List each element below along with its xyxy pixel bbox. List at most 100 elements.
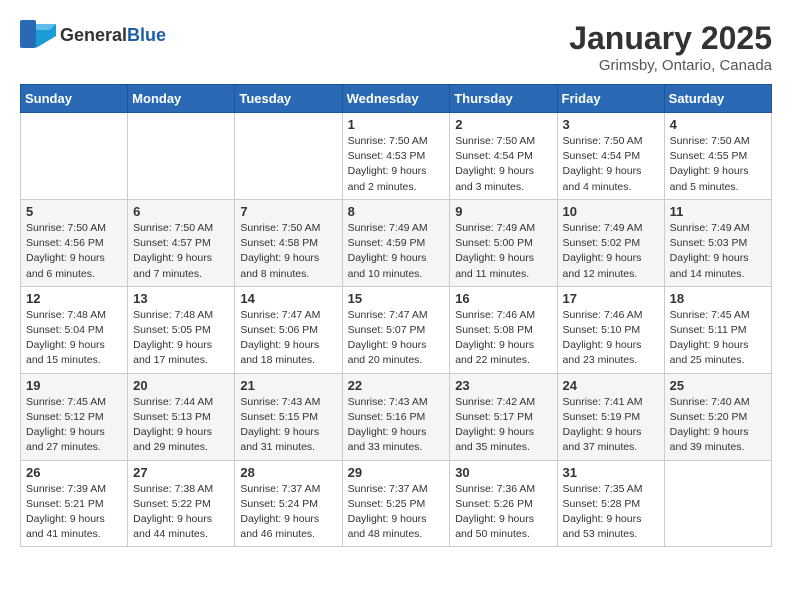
day-info: Sunrise: 7:47 AM Sunset: 5:07 PM Dayligh…: [348, 308, 445, 369]
day-number: 17: [563, 291, 659, 306]
day-cell: 12 Sunrise: 7:48 AM Sunset: 5:04 PM Dayli…: [21, 286, 128, 373]
day-cell: 6Sunrise: 7:50 AM Sunset: 4:57 PM Daylig…: [128, 199, 235, 286]
day-info: Sunrise: 7:45 AM Sunset: 5:12 PM Dayligh…: [26, 395, 122, 456]
day-info: Sunrise: 7:39 AM Sunset: 5:21 PM Dayligh…: [26, 482, 122, 543]
day-number: 21: [240, 378, 336, 393]
day-cell: 5Sunrise: 7:50 AM Sunset: 4:56 PM Daylig…: [21, 199, 128, 286]
week-row-1: 1Sunrise: 7:50 AM Sunset: 4:53 PM Daylig…: [21, 113, 772, 200]
location: Grimsby, Ontario, Canada: [569, 57, 772, 74]
day-cell: 14 Sunrise: 7:47 AM Sunset: 5:06 PM Dayli…: [235, 286, 342, 373]
day-info: Sunrise: 7:40 AM Sunset: 5:20 PM Dayligh…: [670, 395, 766, 456]
calendar-body: 1Sunrise: 7:50 AM Sunset: 4:53 PM Daylig…: [21, 113, 772, 547]
day-cell: 11 Sunrise: 7:49 AM Sunset: 5:03 PM Dayli…: [664, 199, 771, 286]
page-header: General Blue January 2025 Grimsby, Ontar…: [20, 20, 772, 74]
calendar-header: SundayMondayTuesdayWednesdayThursdayFrid…: [21, 85, 772, 113]
day-info: Sunrise: 7:46 AM Sunset: 5:08 PM Dayligh…: [455, 308, 551, 369]
day-info: Sunrise: 7:50 AM Sunset: 4:55 PM Dayligh…: [670, 134, 766, 195]
day-cell: 16 Sunrise: 7:46 AM Sunset: 5:08 PM Dayli…: [450, 286, 557, 373]
day-info: Sunrise: 7:50 AM Sunset: 4:54 PM Dayligh…: [455, 134, 551, 195]
day-info: Sunrise: 7:49 AM Sunset: 5:02 PM Dayligh…: [563, 221, 659, 282]
header-day-wednesday: Wednesday: [342, 85, 450, 113]
day-info: Sunrise: 7:36 AM Sunset: 5:26 PM Dayligh…: [455, 482, 551, 543]
day-info: Sunrise: 7:44 AM Sunset: 5:13 PM Dayligh…: [133, 395, 229, 456]
day-cell: 13Sunrise: 7:48 AM Sunset: 5:05 PM Dayli…: [128, 286, 235, 373]
header-row: SundayMondayTuesdayWednesdayThursdayFrid…: [21, 85, 772, 113]
day-cell: 3Sunrise: 7:50 AM Sunset: 4:54 PM Daylig…: [557, 113, 664, 200]
day-number: 14: [240, 291, 336, 306]
header-day-sunday: Sunday: [21, 85, 128, 113]
day-number: 15: [348, 291, 445, 306]
day-cell: 10Sunrise: 7:49 AM Sunset: 5:02 PM Dayli…: [557, 199, 664, 286]
day-cell: 19 Sunrise: 7:45 AM Sunset: 5:12 PM Dayli…: [21, 373, 128, 460]
day-cell: 23 Sunrise: 7:42 AM Sunset: 5:17 PM Dayli…: [450, 373, 557, 460]
day-cell: 31 Sunrise: 7:35 AM Sunset: 5:28 PM Dayli…: [557, 460, 664, 547]
day-info: Sunrise: 7:50 AM Sunset: 4:56 PM Dayligh…: [26, 221, 122, 282]
day-number: 16: [455, 291, 551, 306]
day-number: 20: [133, 378, 229, 393]
day-cell: 30 Sunrise: 7:36 AM Sunset: 5:26 PM Dayli…: [450, 460, 557, 547]
day-cell: 26 Sunrise: 7:39 AM Sunset: 5:21 PM Dayli…: [21, 460, 128, 547]
day-cell: [664, 460, 771, 547]
day-cell: 4 Sunrise: 7:50 AM Sunset: 4:55 PM Daylig…: [664, 113, 771, 200]
day-info: Sunrise: 7:35 AM Sunset: 5:28 PM Dayligh…: [563, 482, 659, 543]
day-cell: 8Sunrise: 7:49 AM Sunset: 4:59 PM Daylig…: [342, 199, 450, 286]
day-number: 31: [563, 465, 659, 480]
header-day-tuesday: Tuesday: [235, 85, 342, 113]
day-cell: [21, 113, 128, 200]
day-info: Sunrise: 7:45 AM Sunset: 5:11 PM Dayligh…: [670, 308, 766, 369]
day-number: 25: [670, 378, 766, 393]
calendar-table: SundayMondayTuesdayWednesdayThursdayFrid…: [20, 84, 772, 547]
day-number: 2: [455, 117, 551, 132]
day-number: 22: [348, 378, 445, 393]
day-number: 30: [455, 465, 551, 480]
day-number: 19: [26, 378, 122, 393]
day-info: Sunrise: 7:49 AM Sunset: 5:00 PM Dayligh…: [455, 221, 551, 282]
day-info: Sunrise: 7:43 AM Sunset: 5:16 PM Dayligh…: [348, 395, 445, 456]
day-number: 12: [26, 291, 122, 306]
day-info: Sunrise: 7:42 AM Sunset: 5:17 PM Dayligh…: [455, 395, 551, 456]
day-cell: 18 Sunrise: 7:45 AM Sunset: 5:11 PM Dayli…: [664, 286, 771, 373]
day-cell: 15 Sunrise: 7:47 AM Sunset: 5:07 PM Dayli…: [342, 286, 450, 373]
day-number: 6: [133, 204, 229, 219]
day-info: Sunrise: 7:47 AM Sunset: 5:06 PM Dayligh…: [240, 308, 336, 369]
logo-icon: [20, 20, 56, 50]
day-info: Sunrise: 7:38 AM Sunset: 5:22 PM Dayligh…: [133, 482, 229, 543]
header-day-thursday: Thursday: [450, 85, 557, 113]
logo: General Blue: [20, 20, 166, 50]
day-info: Sunrise: 7:50 AM Sunset: 4:54 PM Dayligh…: [563, 134, 659, 195]
day-number: 29: [348, 465, 445, 480]
day-cell: 29 Sunrise: 7:37 AM Sunset: 5:25 PM Dayli…: [342, 460, 450, 547]
day-cell: 25 Sunrise: 7:40 AM Sunset: 5:20 PM Dayli…: [664, 373, 771, 460]
day-number: 9: [455, 204, 551, 219]
day-info: Sunrise: 7:37 AM Sunset: 5:25 PM Dayligh…: [348, 482, 445, 543]
day-info: Sunrise: 7:49 AM Sunset: 5:03 PM Dayligh…: [670, 221, 766, 282]
day-info: Sunrise: 7:48 AM Sunset: 5:04 PM Dayligh…: [26, 308, 122, 369]
day-info: Sunrise: 7:41 AM Sunset: 5:19 PM Dayligh…: [563, 395, 659, 456]
day-cell: 1Sunrise: 7:50 AM Sunset: 4:53 PM Daylig…: [342, 113, 450, 200]
day-number: 26: [26, 465, 122, 480]
day-number: 4: [670, 117, 766, 132]
day-cell: 22 Sunrise: 7:43 AM Sunset: 5:16 PM Dayli…: [342, 373, 450, 460]
day-cell: 17 Sunrise: 7:46 AM Sunset: 5:10 PM Dayli…: [557, 286, 664, 373]
day-number: 27: [133, 465, 229, 480]
day-number: 13: [133, 291, 229, 306]
header-day-friday: Friday: [557, 85, 664, 113]
day-number: 18: [670, 291, 766, 306]
week-row-4: 19 Sunrise: 7:45 AM Sunset: 5:12 PM Dayli…: [21, 373, 772, 460]
day-cell: 21Sunrise: 7:43 AM Sunset: 5:15 PM Dayli…: [235, 373, 342, 460]
day-cell: 7Sunrise: 7:50 AM Sunset: 4:58 PM Daylig…: [235, 199, 342, 286]
day-info: Sunrise: 7:50 AM Sunset: 4:58 PM Dayligh…: [240, 221, 336, 282]
day-number: 1: [348, 117, 445, 132]
day-info: Sunrise: 7:46 AM Sunset: 5:10 PM Dayligh…: [563, 308, 659, 369]
day-cell: 27 Sunrise: 7:38 AM Sunset: 5:22 PM Dayli…: [128, 460, 235, 547]
day-cell: 2 Sunrise: 7:50 AM Sunset: 4:54 PM Daylig…: [450, 113, 557, 200]
day-number: 23: [455, 378, 551, 393]
week-row-5: 26 Sunrise: 7:39 AM Sunset: 5:21 PM Dayli…: [21, 460, 772, 547]
day-info: Sunrise: 7:37 AM Sunset: 5:24 PM Dayligh…: [240, 482, 336, 543]
logo-text-general: General: [60, 25, 127, 46]
day-cell: [128, 113, 235, 200]
day-number: 11: [670, 204, 766, 219]
week-row-2: 5Sunrise: 7:50 AM Sunset: 4:56 PM Daylig…: [21, 199, 772, 286]
day-cell: 24Sunrise: 7:41 AM Sunset: 5:19 PM Dayli…: [557, 373, 664, 460]
logo-text-blue: Blue: [127, 25, 166, 46]
